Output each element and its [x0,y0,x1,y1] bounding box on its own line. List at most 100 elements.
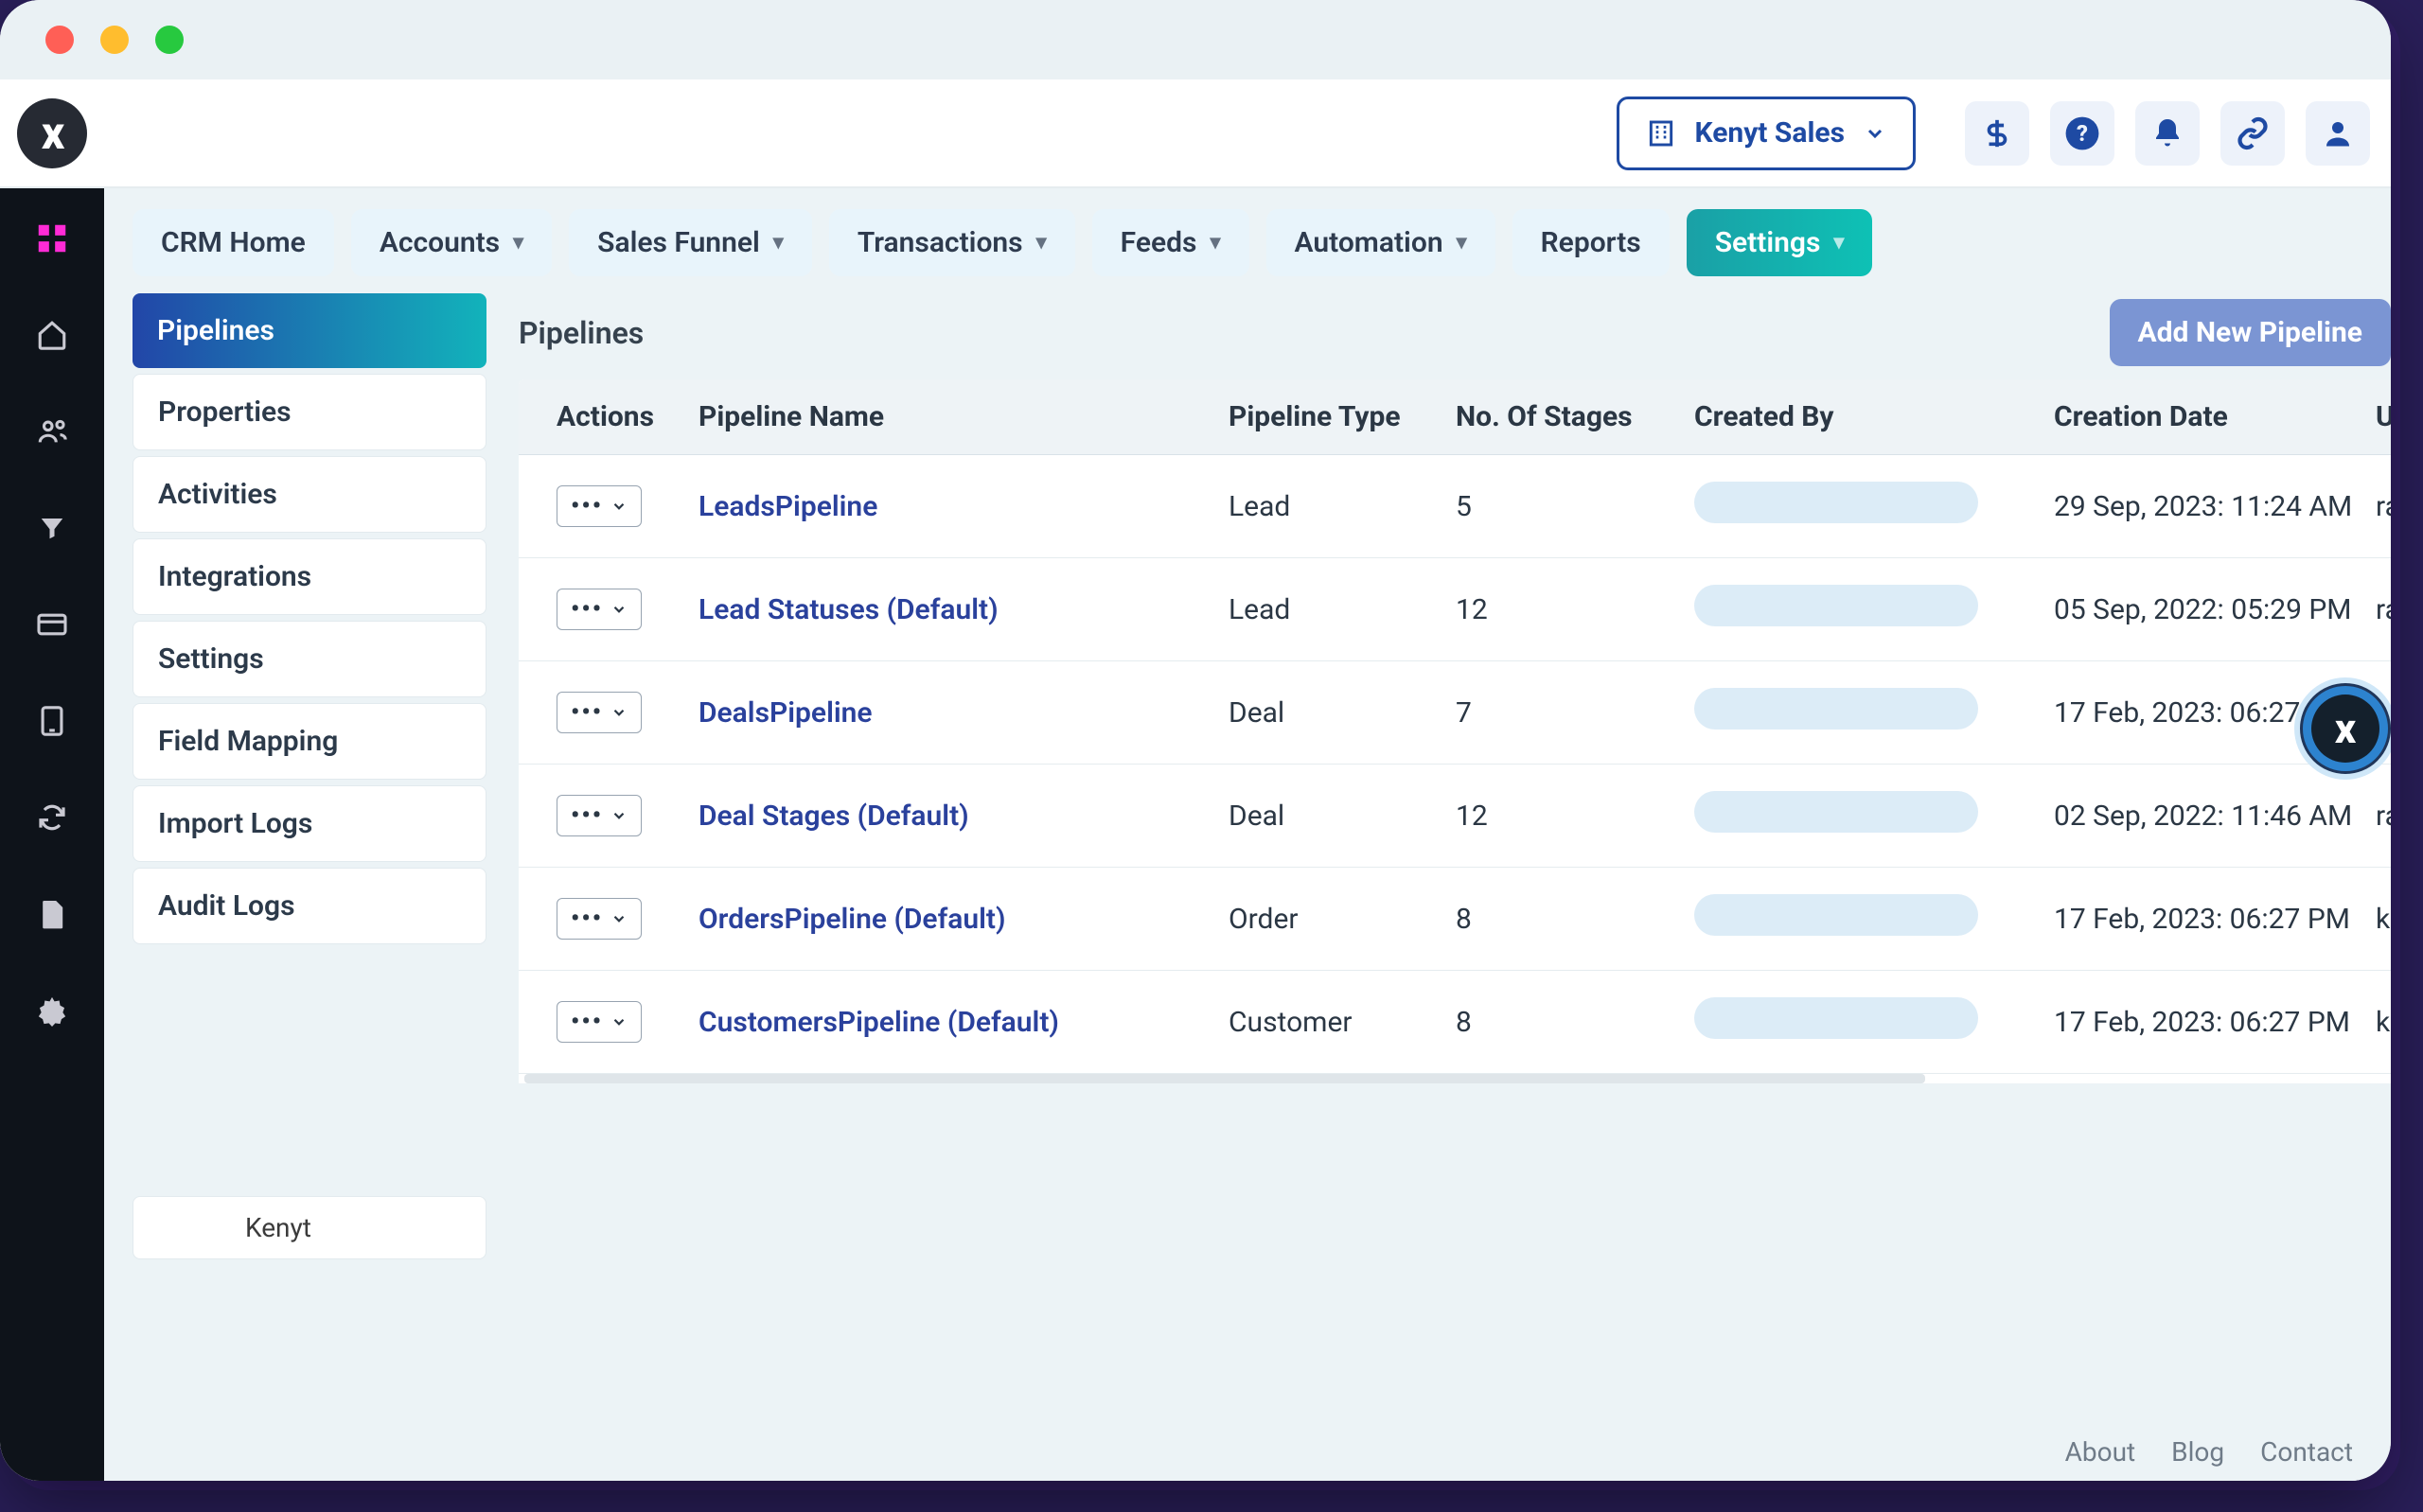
chevron-down-icon: ▾ [1457,231,1467,255]
chevron-down-icon [610,601,628,618]
rail-file-icon[interactable] [28,890,76,938]
notifications-button[interactable] [2135,101,2200,166]
window-minimize-icon[interactable] [100,26,129,54]
col-no-of-stages: No. Of Stages [1437,379,1675,455]
rail-dashboard-icon[interactable] [28,215,76,262]
nav-transactions[interactable]: Transactions▾ [829,209,1075,276]
table-header-row: Actions Pipeline Name Pipeline Type No. … [519,379,2391,455]
nav-label: Settings [1715,226,1821,259]
created-by-redacted [1694,482,1978,523]
sidemenu-settings[interactable]: Settings [133,621,486,697]
nav-label: Accounts [380,226,500,259]
billing-button[interactable] [1965,101,2029,166]
org-selector[interactable]: Kenyt Sales [1617,97,1917,170]
footer-contact[interactable]: Contact [2260,1436,2353,1468]
sidemenu-label: Field Mapping [158,725,338,758]
pipeline-name-link[interactable]: CustomersPipeline (Default) [680,971,1210,1074]
footer-about[interactable]: About [2065,1436,2136,1468]
pipeline-stages-cell: 7 [1437,661,1675,765]
chevron-down-icon [610,1013,628,1030]
window-close-icon[interactable] [45,26,74,54]
sidemenu-properties[interactable]: Properties [133,374,486,450]
window-maximize-icon[interactable] [155,26,184,54]
pipeline-name-link[interactable]: LeadsPipeline [680,455,1210,558]
col-pipeline-type: Pipeline Type [1210,379,1437,455]
nav-label: Sales Funnel [597,226,760,259]
main-column: CRM Home Accounts▾ Sales Funnel▾ Transac… [104,188,2391,1481]
sidemenu-field-mapping[interactable]: Field Mapping [133,703,486,780]
row-actions-button[interactable]: ••• [557,692,642,733]
nav-automation[interactable]: Automation▾ [1266,209,1495,276]
pipeline-name-link[interactable]: Lead Statuses (Default) [680,558,1210,661]
nav-reports[interactable]: Reports [1512,209,1670,276]
pipeline-type-cell: Lead [1210,455,1437,558]
sidemenu-label: Import Logs [158,807,312,840]
nav-sales-funnel[interactable]: Sales Funnel▾ [569,209,812,276]
pipeline-name-link[interactable]: OrdersPipeline (Default) [680,868,1210,971]
nav-label: Reports [1541,226,1641,259]
pipeline-stages-cell: 5 [1437,455,1675,558]
rail-sync-icon[interactable] [28,794,76,841]
chat-widget-icon: x [2311,694,2379,763]
sidemenu-audit-logs[interactable]: Audit Logs [133,868,486,944]
user-icon [2321,116,2355,150]
created-by-cell [1675,971,2035,1074]
rail-home-icon[interactable] [28,311,76,359]
pipeline-type-cell: Order [1210,868,1437,971]
sidemenu-integrations[interactable]: Integrations [133,538,486,615]
table-row: ••• Deal Stages (Default)Deal1202 Sep, 2… [519,765,2391,868]
help-button[interactable]: ? [2050,101,2114,166]
panel-header: Pipelines Add New Pipeline [519,293,2391,366]
row-actions-button[interactable]: ••• [557,1001,642,1043]
building-icon [1646,118,1676,149]
row-actions-button[interactable]: ••• [557,795,642,836]
row-actions-button[interactable]: ••• [557,898,642,940]
created-by-cell [1675,868,2035,971]
creation-date-cell: 29 Sep, 2023: 11:24 AM [2035,455,2357,558]
chevron-down-icon [610,704,628,721]
nav-crm-home[interactable]: CRM Home [133,209,334,276]
nav-feeds[interactable]: Feeds▾ [1092,209,1249,276]
chevron-down-icon: ▾ [1036,231,1047,255]
bell-icon [2150,116,2184,150]
created-by-redacted [1694,791,1978,833]
nav-label: CRM Home [161,226,306,259]
chat-widget-button[interactable]: x [2300,683,2391,774]
creation-date-cell: 02 Sep, 2022: 11:46 AM [2035,765,2357,868]
rail-settings-icon[interactable] [28,987,76,1034]
help-icon: ? [2064,115,2100,151]
app-logo[interactable]: x [0,79,104,186]
top-nav: CRM Home Accounts▾ Sales Funnel▾ Transac… [104,200,2391,288]
chevron-down-icon: ▾ [1833,231,1844,255]
rail-card-icon[interactable] [28,601,76,648]
nav-accounts[interactable]: Accounts▾ [351,209,552,276]
chevron-down-icon [610,910,628,927]
chevron-down-icon [610,807,628,824]
col-pipeline-name: Pipeline Name [680,379,1210,455]
pipeline-type-cell: Lead [1210,558,1437,661]
rail-device-icon[interactable] [28,697,76,745]
rail-contacts-icon[interactable] [28,408,76,455]
footer-blog[interactable]: Blog [2171,1436,2224,1468]
link-icon [2236,116,2270,150]
sidemenu-pipelines[interactable]: Pipelines [133,293,486,368]
pipelines-panel: Pipelines Add New Pipeline Actions Pipel… [519,293,2391,1481]
add-pipeline-button[interactable]: Add New Pipeline [2110,299,2392,366]
nav-settings[interactable]: Settings ▾ [1687,209,1873,276]
created-by-redacted [1694,688,1978,730]
profile-button[interactable] [2306,101,2370,166]
logo-icon: x [17,98,87,168]
row-actions-button[interactable]: ••• [557,589,642,630]
pipeline-name-link[interactable]: Deal Stages (Default) [680,765,1210,868]
rail-funnel-icon[interactable] [28,504,76,552]
table-row: ••• OrdersPipeline (Default)Order817 Feb… [519,868,2391,971]
horizontal-scrollbar[interactable] [524,1074,1925,1083]
row-actions-button[interactable]: ••• [557,485,642,527]
link-button[interactable] [2220,101,2285,166]
dollar-icon [1981,117,2013,149]
pipeline-name-link[interactable]: DealsPipeline [680,661,1210,765]
sidemenu-import-logs[interactable]: Import Logs [133,785,486,862]
sidemenu-activities[interactable]: Activities [133,456,486,533]
table-row: ••• Lead Statuses (Default)Lead1205 Sep,… [519,558,2391,661]
creation-date-cell: 17 Feb, 2023: 06:27 PM [2035,868,2357,971]
